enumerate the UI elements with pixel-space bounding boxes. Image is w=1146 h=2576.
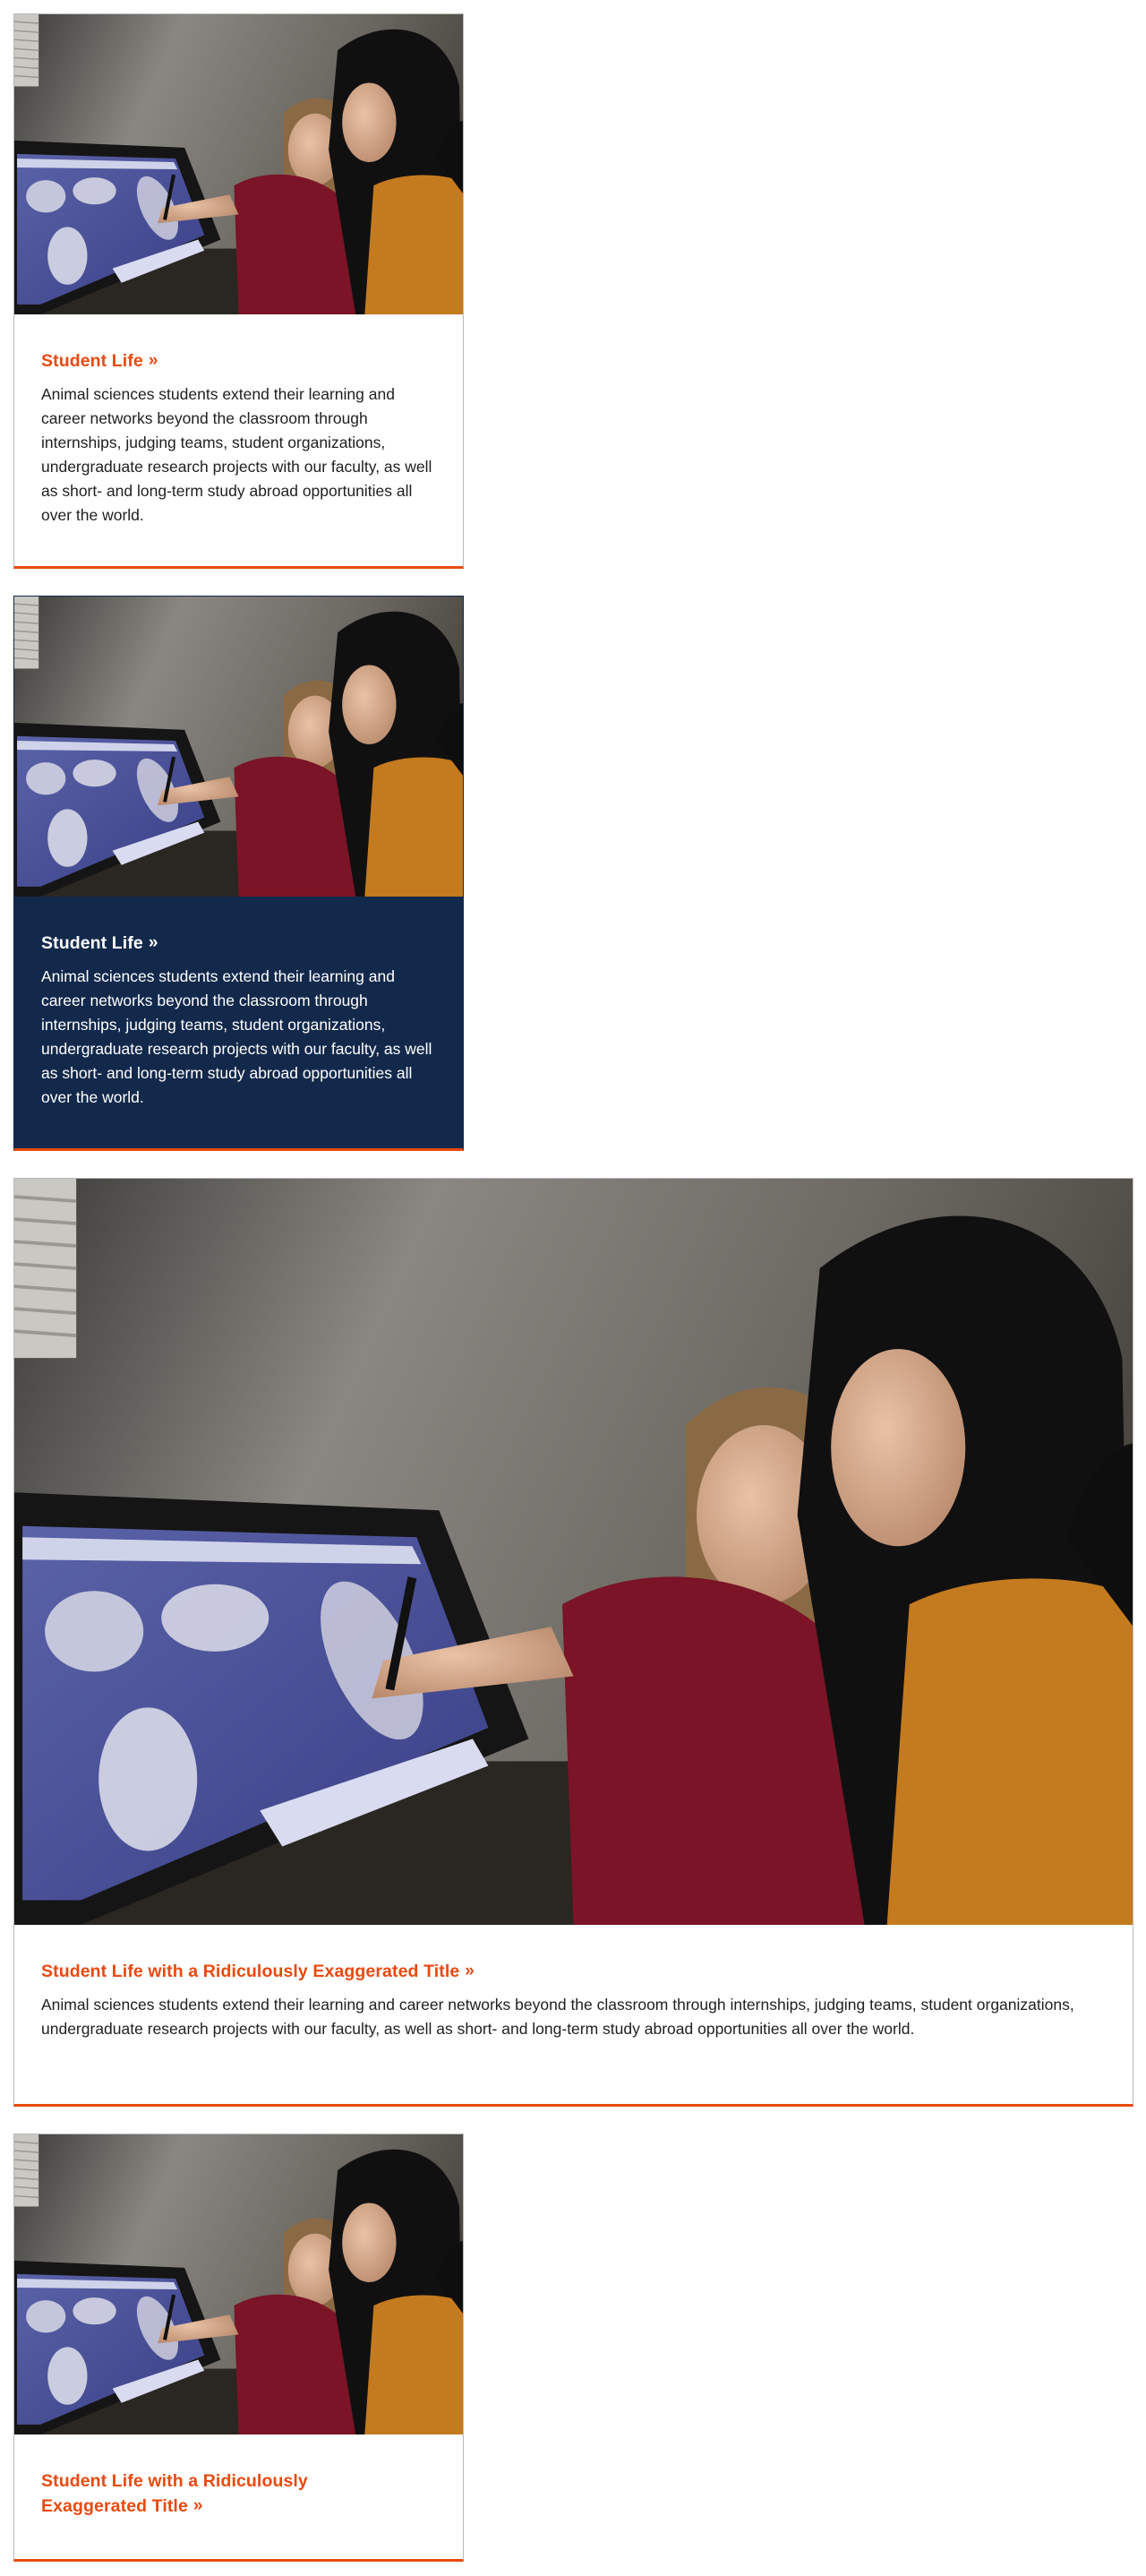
card-photo[interactable] [14, 1179, 1133, 1925]
student-life-card: Student Life » Animal sciences students e… [13, 13, 464, 569]
card-title-text: Student Life with a Ridiculously Exagger… [41, 1962, 460, 1981]
card-title-line-1: Student Life with a Ridiculously [41, 2471, 308, 2491]
card-title-text: Student Life [41, 351, 143, 371]
card-description: Animal sciences students extend their le… [41, 967, 432, 1106]
card-body: Student Life » Animal sciences students e… [14, 897, 463, 1110]
double-chevron-right-icon: » [148, 933, 158, 952]
card-title-link[interactable]: Student Life with a Ridiculously Exagger… [41, 1959, 475, 1984]
double-chevron-right-icon: » [192, 2496, 202, 2515]
students-photo-image [14, 597, 463, 897]
card-title-link[interactable]: Student Life with a Ridiculously Exagger… [41, 2469, 308, 2519]
double-chevron-right-icon: » [148, 351, 158, 370]
student-life-card-wide: Student Life with a Ridiculously Exagger… [13, 1178, 1133, 2107]
card-title-link[interactable]: Student Life » [41, 931, 158, 956]
student-life-card-title-only: Student Life with a Ridiculously Exagger… [13, 2134, 464, 2562]
students-photo-image [14, 2134, 463, 2434]
card-body: Student Life with a Ridiculously Exagger… [14, 2434, 463, 2519]
students-photo-image [14, 14, 463, 314]
card-description: Animal sciences students extend their le… [41, 1996, 1074, 2038]
students-photo-image [14, 1179, 1133, 1925]
card-description: Animal sciences students extend their le… [41, 385, 432, 524]
card-body: Student Life » Animal sciences students e… [14, 314, 463, 528]
card-photo[interactable] [14, 2134, 463, 2434]
double-chevron-right-icon: » [465, 1962, 474, 1980]
card-photo[interactable] [14, 597, 463, 897]
card-title-link[interactable]: Student Life » [41, 348, 158, 374]
card-title-line-2: Exaggerated Title [41, 2496, 188, 2516]
card-body: Student Life with a Ridiculously Exagger… [14, 1925, 1133, 2041]
card-photo[interactable] [14, 14, 463, 314]
student-life-card-navy: Student Life » Animal sciences students e… [13, 596, 464, 1151]
card-title-text: Student Life [41, 933, 143, 953]
